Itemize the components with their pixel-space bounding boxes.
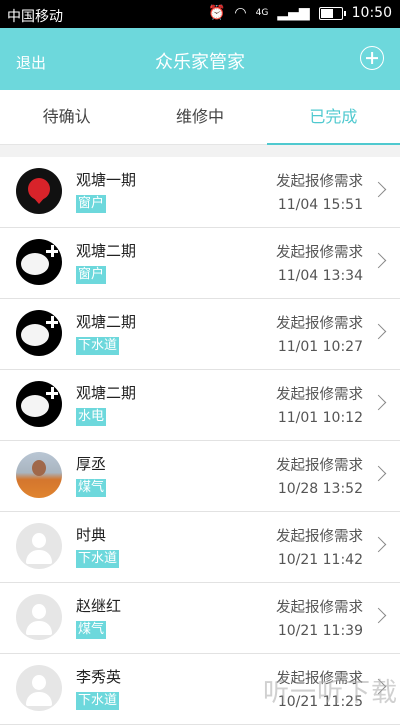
record-name: 观塘二期 (76, 242, 137, 260)
record-time: 11/04 13:34 (277, 268, 363, 284)
avatar (16, 168, 62, 214)
battery-icon (318, 6, 346, 20)
record-name: 观塘一期 (76, 171, 137, 189)
category-tag: 下水道 (76, 692, 120, 710)
record-name: 时典 (76, 526, 107, 544)
record-action: 发起报修需求 (276, 458, 363, 474)
tab-bar: 待确认 维修中 已完成 (0, 90, 400, 145)
avatar (16, 452, 62, 498)
default-user-icon (32, 604, 46, 619)
record-action: 发起报修需求 (276, 529, 363, 545)
default-user-icon (32, 533, 46, 548)
list-item[interactable]: 观塘二期 水电 发起报修需求 11/01 10:12 (0, 370, 400, 441)
category-tag: 水电 (76, 408, 107, 426)
list-item[interactable]: 厚丞 煤气 发起报修需求 10/28 13:52 (0, 441, 400, 512)
watermark: 听一听下载 (262, 678, 398, 708)
chevron-right-icon (370, 323, 387, 340)
chevron-right-icon (370, 465, 387, 482)
list-item[interactable]: 观塘一期 窗户 发起报修需求 11/04 15:51 (0, 157, 400, 228)
status-bar: 中国移动 ⏰ ◠ 4G ▂▄▆ 10:50 (0, 0, 400, 28)
record-time: 10/21 11:42 (277, 552, 363, 568)
carrier-name: 中国移动 (7, 9, 63, 25)
avatar (16, 239, 62, 285)
chevron-right-icon (370, 394, 387, 411)
category-tag: 煤气 (76, 621, 107, 639)
network-type: 4G (255, 8, 269, 18)
record-time: 11/01 10:27 (277, 339, 363, 355)
category-tag: 窗户 (76, 266, 107, 284)
record-name: 观塘二期 (76, 313, 137, 331)
category-tag: 窗户 (76, 195, 107, 213)
record-time: 11/01 10:12 (277, 410, 363, 426)
default-user-icon (32, 675, 46, 690)
chevron-right-icon (370, 536, 387, 553)
record-action: 发起报修需求 (276, 387, 363, 403)
cloud-icon (21, 395, 49, 417)
category-tag: 下水道 (76, 550, 120, 568)
app-header: 退出 众乐家管家 (0, 28, 400, 90)
record-name: 赵继红 (76, 597, 122, 615)
record-name: 李秀英 (76, 668, 122, 686)
signal-icon: ▂▄▆ (277, 5, 310, 21)
record-time: 10/28 13:52 (277, 481, 363, 497)
cloud-icon (21, 253, 49, 275)
status-icons: ⏰ ◠ 4G ▂▄▆ 10:50 (208, 5, 392, 21)
tab-pending[interactable]: 待确认 (0, 90, 133, 144)
red-badge-icon (28, 178, 50, 204)
tab-in-repair[interactable]: 维修中 (133, 90, 266, 144)
clock: 10:50 (351, 5, 392, 21)
record-action: 发起报修需求 (276, 600, 363, 616)
record-time: 11/04 15:51 (277, 197, 363, 213)
wifi-icon: ◠ (234, 5, 247, 21)
chevron-right-icon (370, 607, 387, 624)
page-title: 众乐家管家 (155, 52, 245, 73)
chevron-right-icon (370, 181, 387, 198)
avatar (16, 665, 62, 711)
category-tag: 下水道 (76, 337, 120, 355)
avatar (16, 523, 62, 569)
category-tag: 煤气 (76, 479, 107, 497)
avatar (16, 310, 62, 356)
tab-completed[interactable]: 已完成 (266, 90, 400, 145)
chevron-right-icon (370, 252, 387, 269)
avatar (16, 594, 62, 640)
repair-record-list: 观塘一期 窗户 发起报修需求 11/04 15:51 观塘二期 窗户 发起报修需… (0, 157, 400, 725)
alarm-icon: ⏰ (207, 5, 226, 21)
cloud-icon (21, 324, 49, 346)
record-name: 观塘二期 (76, 384, 137, 402)
record-action: 发起报修需求 (276, 316, 363, 332)
list-item[interactable]: 观塘二期 窗户 发起报修需求 11/04 13:34 (0, 228, 400, 299)
avatar (16, 381, 62, 427)
record-action: 发起报修需求 (276, 245, 363, 261)
list-item[interactable]: 赵继红 煤气 发起报修需求 10/21 11:39 (0, 583, 400, 654)
list-item[interactable]: 时典 下水道 发起报修需求 10/21 11:42 (0, 512, 400, 583)
record-name: 厚丞 (76, 455, 107, 473)
plus-circle-icon[interactable] (360, 46, 384, 70)
record-action: 发起报修需求 (276, 174, 363, 190)
person-photo (32, 460, 46, 476)
record-time: 10/21 11:39 (277, 623, 363, 639)
list-item[interactable]: 观塘二期 下水道 发起报修需求 11/01 10:27 (0, 299, 400, 370)
